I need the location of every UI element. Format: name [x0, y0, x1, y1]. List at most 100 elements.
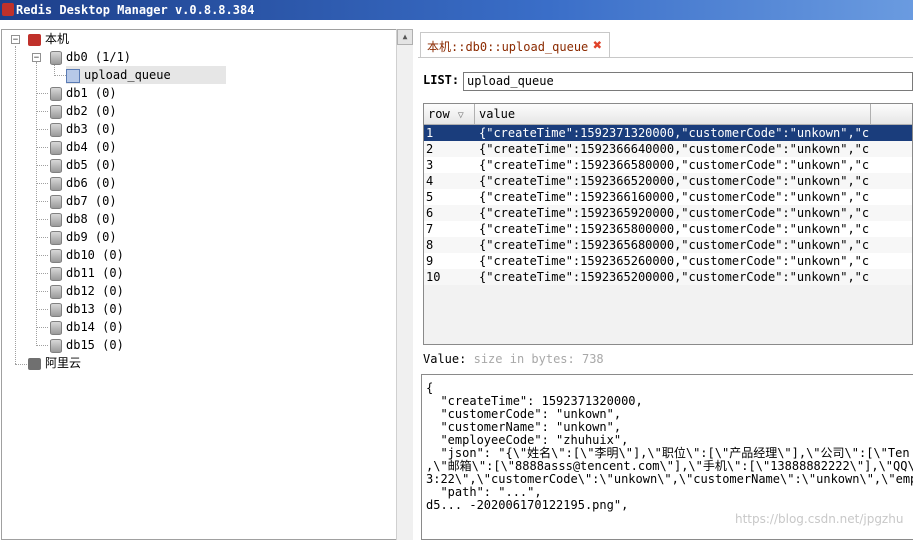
- row-index-cell: 3: [426, 158, 434, 172]
- table-header: row ▽ value: [424, 104, 912, 125]
- tree-item-server[interactable]: 本机: [28, 30, 69, 48]
- db0-label: db0 (1/1): [66, 50, 132, 64]
- row-value-cell: {"createTime":1592365200000,"customerCod…: [479, 270, 869, 284]
- value-line: d5... -202006170122195.png",: [426, 498, 629, 512]
- db0-collapse-toggle[interactable]: −: [32, 53, 41, 63]
- table-row[interactable]: 9 {"createTime":1592365260000,"customerCo…: [424, 253, 912, 269]
- db-label: db3 (0): [66, 122, 117, 136]
- db-label: db9 (0): [66, 230, 117, 244]
- row-value-cell: {"createTime":1592365800000,"customerCod…: [479, 222, 869, 236]
- tree-item-db12[interactable]: db12 (0): [50, 282, 124, 300]
- tree-item-db5[interactable]: db5 (0): [50, 156, 117, 174]
- tree-item-db7[interactable]: db7 (0): [50, 192, 117, 210]
- database-icon: [50, 302, 62, 317]
- value-label-row: Value: size in bytes: 738: [423, 352, 604, 366]
- database-icon: [50, 104, 62, 119]
- db-label: db11 (0): [66, 266, 124, 280]
- values-table[interactable]: row ▽ value 1 {"createTime":1592371320000,…: [423, 103, 913, 345]
- tree-item-db1[interactable]: db1 (0): [50, 84, 117, 102]
- title-bar: Redis Desktop Manager v.0.8.8.384: [0, 0, 913, 20]
- table-row[interactable]: 3 {"createTime":1592366580000,"customerCo…: [424, 157, 912, 173]
- database-icon: [50, 122, 62, 137]
- column-header-value[interactable]: value: [475, 104, 871, 124]
- table-row[interactable]: 2 {"createTime":1592366640000,"customerCo…: [424, 141, 912, 157]
- row-value-cell: {"createTime":1592366580000,"customerCod…: [479, 158, 869, 172]
- database-icon: [50, 194, 62, 209]
- tree-scrollbar[interactable]: ▲: [396, 29, 413, 540]
- row-index-cell: 8: [426, 238, 434, 252]
- tree-item-db8[interactable]: db8 (0): [50, 210, 117, 228]
- row-value-cell: {"createTime":1592365680000,"customerCod…: [479, 238, 869, 252]
- scroll-up-icon[interactable]: ▲: [397, 29, 413, 45]
- database-icon: [50, 230, 62, 245]
- tree-item-db3[interactable]: db3 (0): [50, 120, 117, 138]
- close-icon[interactable]: ✖: [593, 36, 602, 54]
- database-icon: [50, 266, 62, 281]
- aliyun-label: 阿里云: [45, 356, 82, 370]
- key-name-field[interactable]: upload_queue: [463, 72, 913, 91]
- redis-app-icon: [2, 3, 14, 16]
- list-key-icon: [66, 68, 80, 83]
- row-index-cell: 5: [426, 190, 434, 204]
- tree-item-db2[interactable]: db2 (0): [50, 102, 117, 120]
- db-label: db10 (0): [66, 248, 124, 262]
- tree-item-db10[interactable]: db10 (0): [50, 246, 124, 264]
- table-row[interactable]: 1 {"createTime":1592371320000,"customerCo…: [424, 125, 912, 141]
- server-collapse-toggle[interactable]: −: [11, 35, 20, 45]
- db-label: db4 (0): [66, 140, 117, 154]
- tree-item-db0[interactable]: db0 (1/1): [50, 48, 131, 66]
- row-value-cell: {"createTime":1592365920000,"customerCod…: [479, 206, 869, 220]
- redis-server-icon: [28, 33, 41, 46]
- tab-label: 本机::db0::upload_queue: [427, 40, 589, 54]
- db-label: db12 (0): [66, 284, 124, 298]
- database-icon: [50, 86, 62, 101]
- database-icon: [50, 284, 62, 299]
- db-label: db15 (0): [66, 338, 124, 352]
- tree-item-aliyun[interactable]: 阿里云: [28, 354, 81, 372]
- connection-tree[interactable]: − 本机 − db0 (1/1) upload_queue db1 (0) db2…: [1, 29, 413, 540]
- db-label: db14 (0): [66, 320, 124, 334]
- row-index-cell: 2: [426, 142, 434, 156]
- row-value-cell: {"createTime":1592366160000,"customerCod…: [479, 190, 869, 204]
- tab-upload-queue[interactable]: 本机::db0::upload_queue ✖: [420, 32, 610, 58]
- row-value-cell: {"createTime":1592366520000,"customerCod…: [479, 174, 869, 188]
- server-label: 本机: [45, 32, 70, 46]
- db-label: db1 (0): [66, 86, 117, 100]
- table-row[interactable]: 10 {"createTime":1592365200000,"customerC…: [424, 269, 912, 285]
- row-index-cell: 6: [426, 206, 434, 220]
- tree-item-db14[interactable]: db14 (0): [50, 318, 124, 336]
- table-row[interactable]: 7 {"createTime":1592365800000,"customerCo…: [424, 221, 912, 237]
- window-title: Redis Desktop Manager v.0.8.8.384: [16, 3, 255, 17]
- db-label: db6 (0): [66, 176, 117, 190]
- key-label: upload_queue: [84, 68, 171, 82]
- db-label: db5 (0): [66, 158, 117, 172]
- value-label: Value:: [423, 352, 467, 366]
- column-header-row[interactable]: row ▽: [424, 104, 475, 124]
- tree-item-db4[interactable]: db4 (0): [50, 138, 117, 156]
- tree-item-db9[interactable]: db9 (0): [50, 228, 117, 246]
- database-icon: [50, 212, 62, 227]
- table-row[interactable]: 4 {"createTime":1592366520000,"customerCo…: [424, 173, 912, 189]
- cloud-server-icon: [28, 357, 41, 370]
- row-index-cell: 4: [426, 174, 434, 188]
- database-icon: [50, 320, 62, 335]
- row-index-cell: 7: [426, 222, 434, 236]
- db-label: db2 (0): [66, 104, 117, 118]
- tree-item-db11[interactable]: db11 (0): [50, 264, 124, 282]
- database-icon: [50, 158, 62, 173]
- tree-item-db15[interactable]: db15 (0): [50, 336, 124, 354]
- row-index-cell: 10: [426, 270, 441, 284]
- tree-item-db6[interactable]: db6 (0): [50, 174, 117, 192]
- database-icon: [50, 176, 62, 191]
- table-row[interactable]: 5 {"createTime":1592366160000,"customerCo…: [424, 189, 912, 205]
- tree-item-db13[interactable]: db13 (0): [50, 300, 124, 318]
- table-empty-area: [424, 286, 912, 344]
- db-label: db7 (0): [66, 194, 117, 208]
- database-icon: [50, 50, 62, 65]
- table-row[interactable]: 6 {"createTime":1592365920000,"customerCo…: [424, 205, 912, 221]
- sort-desc-icon: ▽: [457, 110, 464, 121]
- table-row[interactable]: 8 {"createTime":1592365680000,"customerCo…: [424, 237, 912, 253]
- row-value-cell: {"createTime":1592366640000,"customerCod…: [479, 142, 869, 156]
- row-index-cell: 1: [426, 126, 434, 140]
- tree-item-key-upload-queue[interactable]: upload_queue: [66, 66, 226, 84]
